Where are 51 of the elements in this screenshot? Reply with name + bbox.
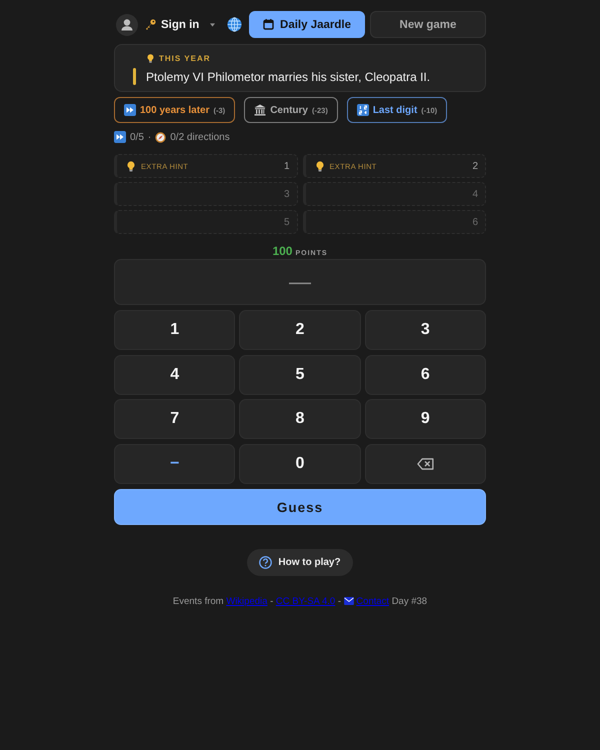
digit-key[interactable]: 4 — [114, 354, 236, 395]
digit-key[interactable]: 9 — [364, 399, 486, 440]
points-value: 100 — [272, 244, 292, 258]
slot-number: 5 — [284, 216, 290, 228]
skips-count: 0/5 — [130, 132, 144, 142]
digit-key[interactable]: 1 — [114, 310, 236, 350]
hint-label: Century — [270, 104, 308, 116]
fast-forward-icon — [114, 131, 126, 143]
hint-label: 100 years later — [140, 104, 210, 116]
digit-key[interactable]: 3 — [364, 310, 486, 350]
envelope-icon — [344, 596, 354, 605]
answer-placeholder: — — [289, 271, 311, 293]
directions-count: 0/2 directions — [170, 132, 230, 142]
globe-icon[interactable] — [227, 17, 242, 32]
help-icon — [259, 556, 272, 570]
separator-dot: · — [148, 132, 152, 142]
minus-key[interactable]: − — [114, 444, 236, 484]
answer-field[interactable]: — — [114, 259, 486, 305]
lightbulb-icon — [127, 160, 135, 172]
digit-key[interactable]: 2 — [239, 310, 361, 350]
help-button[interactable]: How to play? — [247, 549, 353, 576]
digit-key[interactable]: 5 — [239, 354, 361, 395]
backspace-icon — [416, 458, 434, 470]
calendar-icon — [263, 19, 274, 30]
fast-forward-icon — [124, 104, 136, 116]
sign-in-button[interactable]: Sign in — [145, 18, 200, 30]
slot-number: 3 — [284, 188, 290, 200]
key-icon — [145, 19, 156, 30]
compass-icon — [155, 132, 166, 142]
digits-icon — [356, 104, 369, 116]
lightbulb-icon — [147, 54, 154, 62]
event-text: Ptolemy VI Philometor marries his sister, Cleopatra II. — [146, 70, 430, 84]
slot-number: 4 — [472, 188, 478, 200]
guess-button[interactable]: Guess — [114, 489, 486, 526]
building-icon — [254, 104, 266, 116]
digit-key[interactable]: 6 — [364, 354, 486, 395]
hint-label: Last digit — [372, 104, 418, 116]
accent-bar — [133, 68, 136, 85]
digit-key[interactable]: 7 — [114, 399, 236, 440]
user-icon[interactable] — [116, 14, 138, 36]
mode-tab[interactable]: Daily Jaardle — [249, 11, 365, 38]
mode-tab[interactable]: New game — [370, 11, 486, 38]
digit-key[interactable]: 8 — [239, 399, 361, 440]
lightbulb-icon — [316, 160, 324, 172]
caret-icon[interactable] — [210, 22, 216, 26]
card-label: THIS YEAR — [159, 54, 211, 62]
digit-key[interactable]: 0 — [239, 444, 361, 484]
slot-number: 1 — [284, 160, 290, 172]
footer-text: Events from Wikipedia - CC BY-SA 4.0 - Contact Day #38 — [172, 596, 428, 608]
slot-number: 2 — [472, 160, 478, 172]
slot-number: 6 — [472, 216, 478, 228]
